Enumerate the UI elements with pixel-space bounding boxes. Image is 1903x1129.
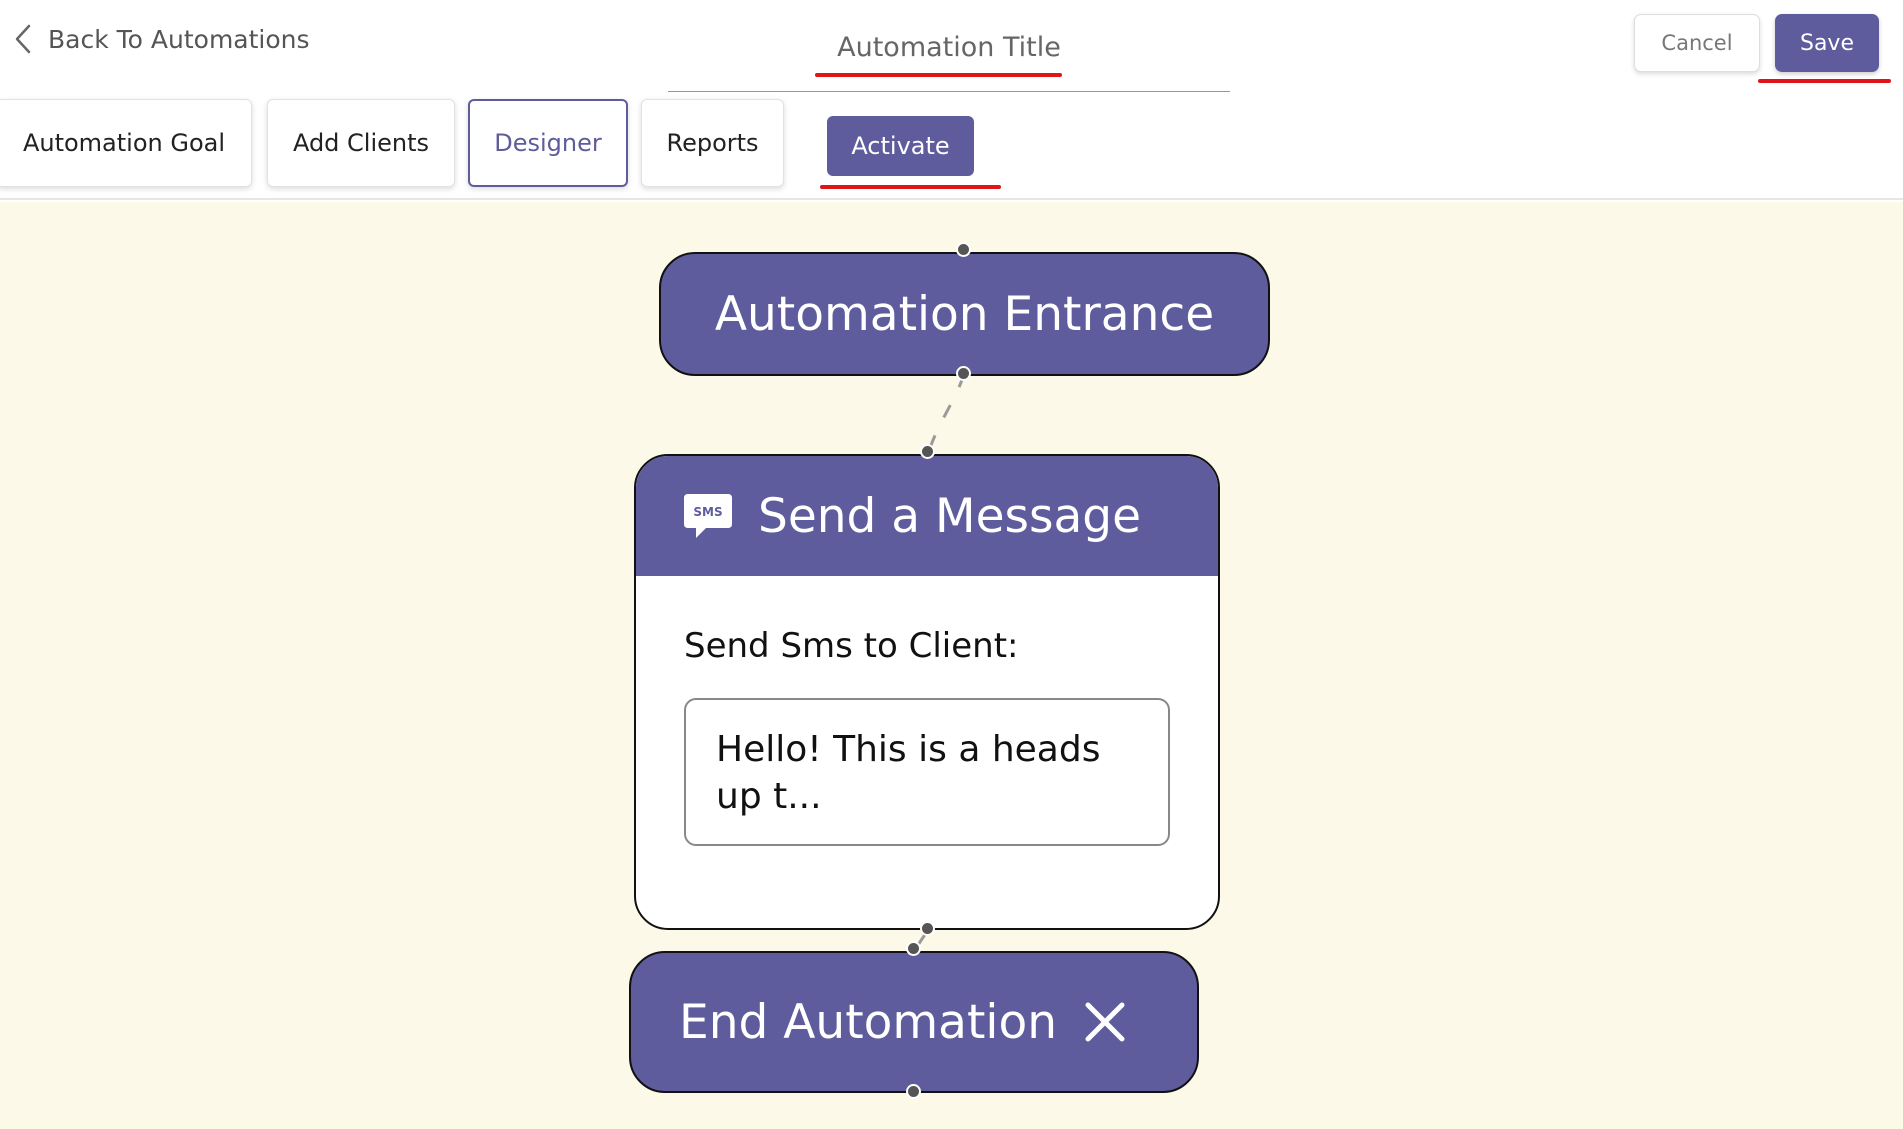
activate-button[interactable]: Activate: [827, 116, 974, 176]
message-output-port[interactable]: [920, 921, 935, 936]
tab-automation-goal[interactable]: Automation Goal: [0, 99, 252, 187]
end-output-port[interactable]: [906, 1084, 921, 1099]
sms-icon: SMS: [684, 494, 732, 538]
highlight-underline-save: [1758, 79, 1891, 83]
save-button[interactable]: Save: [1775, 14, 1879, 72]
chevron-left-icon: [15, 24, 31, 54]
end-automation-node[interactable]: End Automation: [629, 951, 1199, 1093]
end-automation-label: End Automation: [679, 994, 1057, 1050]
end-input-port[interactable]: [906, 941, 921, 956]
close-icon[interactable]: [1083, 1000, 1127, 1044]
entrance-to-message-connector: [926, 373, 966, 455]
tab-add-clients[interactable]: Add Clients: [267, 99, 455, 187]
message-input-port[interactable]: [920, 444, 935, 459]
entrance-label: Automation Entrance: [714, 286, 1215, 342]
send-message-node[interactable]: SMS Send a Message Send Sms to Client: H…: [634, 454, 1220, 930]
back-label: Back To Automations: [48, 24, 310, 54]
automation-title-input[interactable]: [668, 22, 1230, 72]
send-message-header: SMS Send a Message: [636, 456, 1218, 576]
cancel-button[interactable]: Cancel: [1634, 14, 1760, 72]
send-message-title: Send a Message: [758, 488, 1142, 544]
tab-reports[interactable]: Reports: [641, 99, 784, 187]
highlight-underline-activate: [820, 185, 1001, 189]
entrance-output-port[interactable]: [956, 366, 971, 381]
back-to-automations-link[interactable]: Back To Automations: [12, 22, 310, 56]
title-field-wrapper: [668, 20, 1230, 92]
message-preview-box[interactable]: Hello! This is a heads up t...: [684, 698, 1170, 846]
tab-designer[interactable]: Designer: [468, 99, 628, 187]
send-sms-label: Send Sms to Client:: [684, 626, 1019, 666]
highlight-underline-title: [815, 73, 1062, 77]
entrance-input-port[interactable]: [956, 242, 971, 257]
designer-canvas[interactable]: Automation Entrance SMS Send a Message S…: [0, 202, 1903, 1129]
automation-entrance-node[interactable]: Automation Entrance: [659, 252, 1270, 376]
top-bar: Back To Automations Cancel Save Automati…: [0, 0, 1903, 200]
sms-icon-text: SMS: [693, 505, 722, 519]
